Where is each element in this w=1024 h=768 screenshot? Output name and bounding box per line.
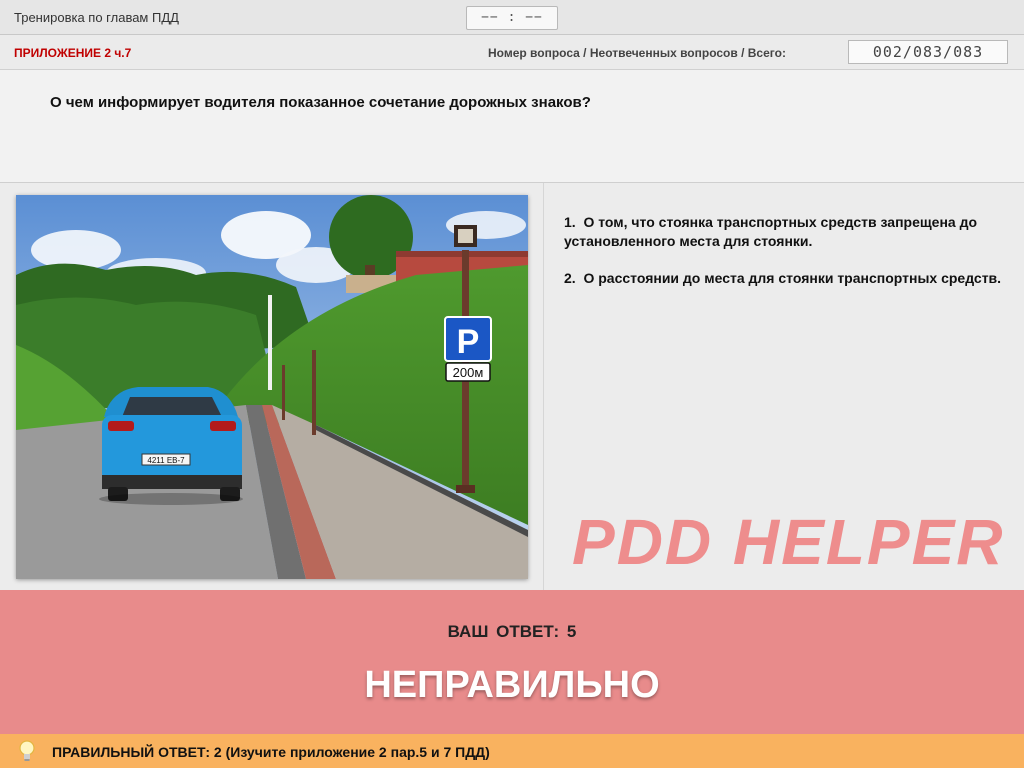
question-counter-label: Номер вопроса / Неотвеченных вопросов / …: [488, 46, 786, 60]
verdict-text: НЕПРАВИЛЬНО: [364, 664, 660, 706]
question-text: О чем информирует водителя показанное со…: [50, 94, 591, 111]
answer-number: 2.: [564, 270, 576, 286]
distance-plate-text: 200м: [453, 365, 484, 380]
answer-text: О том, что стоянка транспортных средств …: [564, 214, 978, 249]
answer-number: 1.: [564, 214, 576, 230]
question-image: P 200м 4211 EB-7: [16, 195, 528, 579]
app-title: Тренировка по главам ПДД: [14, 10, 179, 25]
watermark-text: PDD HELPER: [572, 506, 1005, 578]
your-answer-text: ВАШ ОТВЕТ: 5: [447, 622, 577, 641]
answer-option[interactable]: 2. О расстоянии до места для стоянки тра…: [564, 269, 1004, 288]
correct-answer-text: ПРАВИЛЬНЫЙ ОТВЕТ: 2 (Изучите приложение …: [52, 744, 490, 760]
road-scene-illustration: P 200м 4211 EB-7: [16, 195, 528, 579]
parking-sign-letter: P: [457, 323, 480, 361]
question-counter: 002/083/083: [848, 40, 1008, 64]
info-bar: ПРИЛОЖЕНИЕ 2 ч.7 Номер вопроса / Неотвеч…: [0, 35, 1024, 70]
question-panel: О чем информирует водителя показанное со…: [0, 70, 1024, 183]
content-divider: [543, 183, 544, 590]
content-area: P 200м 4211 EB-7 1. О том, что стоянка т…: [0, 183, 1024, 590]
answer-list: 1. О том, что стоянка транспортных средс…: [564, 213, 1004, 306]
lightbulb-icon: [18, 740, 36, 767]
answer-text: О расстоянии до места для стоянки трансп…: [583, 270, 1002, 286]
result-panel: ВАШ ОТВЕТ: 5 НЕПРАВИЛЬНО: [0, 590, 1024, 734]
car-plate-text: 4211 EB-7: [147, 456, 185, 465]
timer-display: −− : −−: [466, 6, 558, 30]
answer-option[interactable]: 1. О том, что стоянка транспортных средс…: [564, 213, 1004, 251]
correct-answer-bar: ПРАВИЛЬНЫЙ ОТВЕТ: 2 (Изучите приложение …: [0, 734, 1024, 768]
section-label: ПРИЛОЖЕНИЕ 2 ч.7: [14, 46, 132, 60]
top-bar: Тренировка по главам ПДД −− : −−: [0, 0, 1024, 35]
